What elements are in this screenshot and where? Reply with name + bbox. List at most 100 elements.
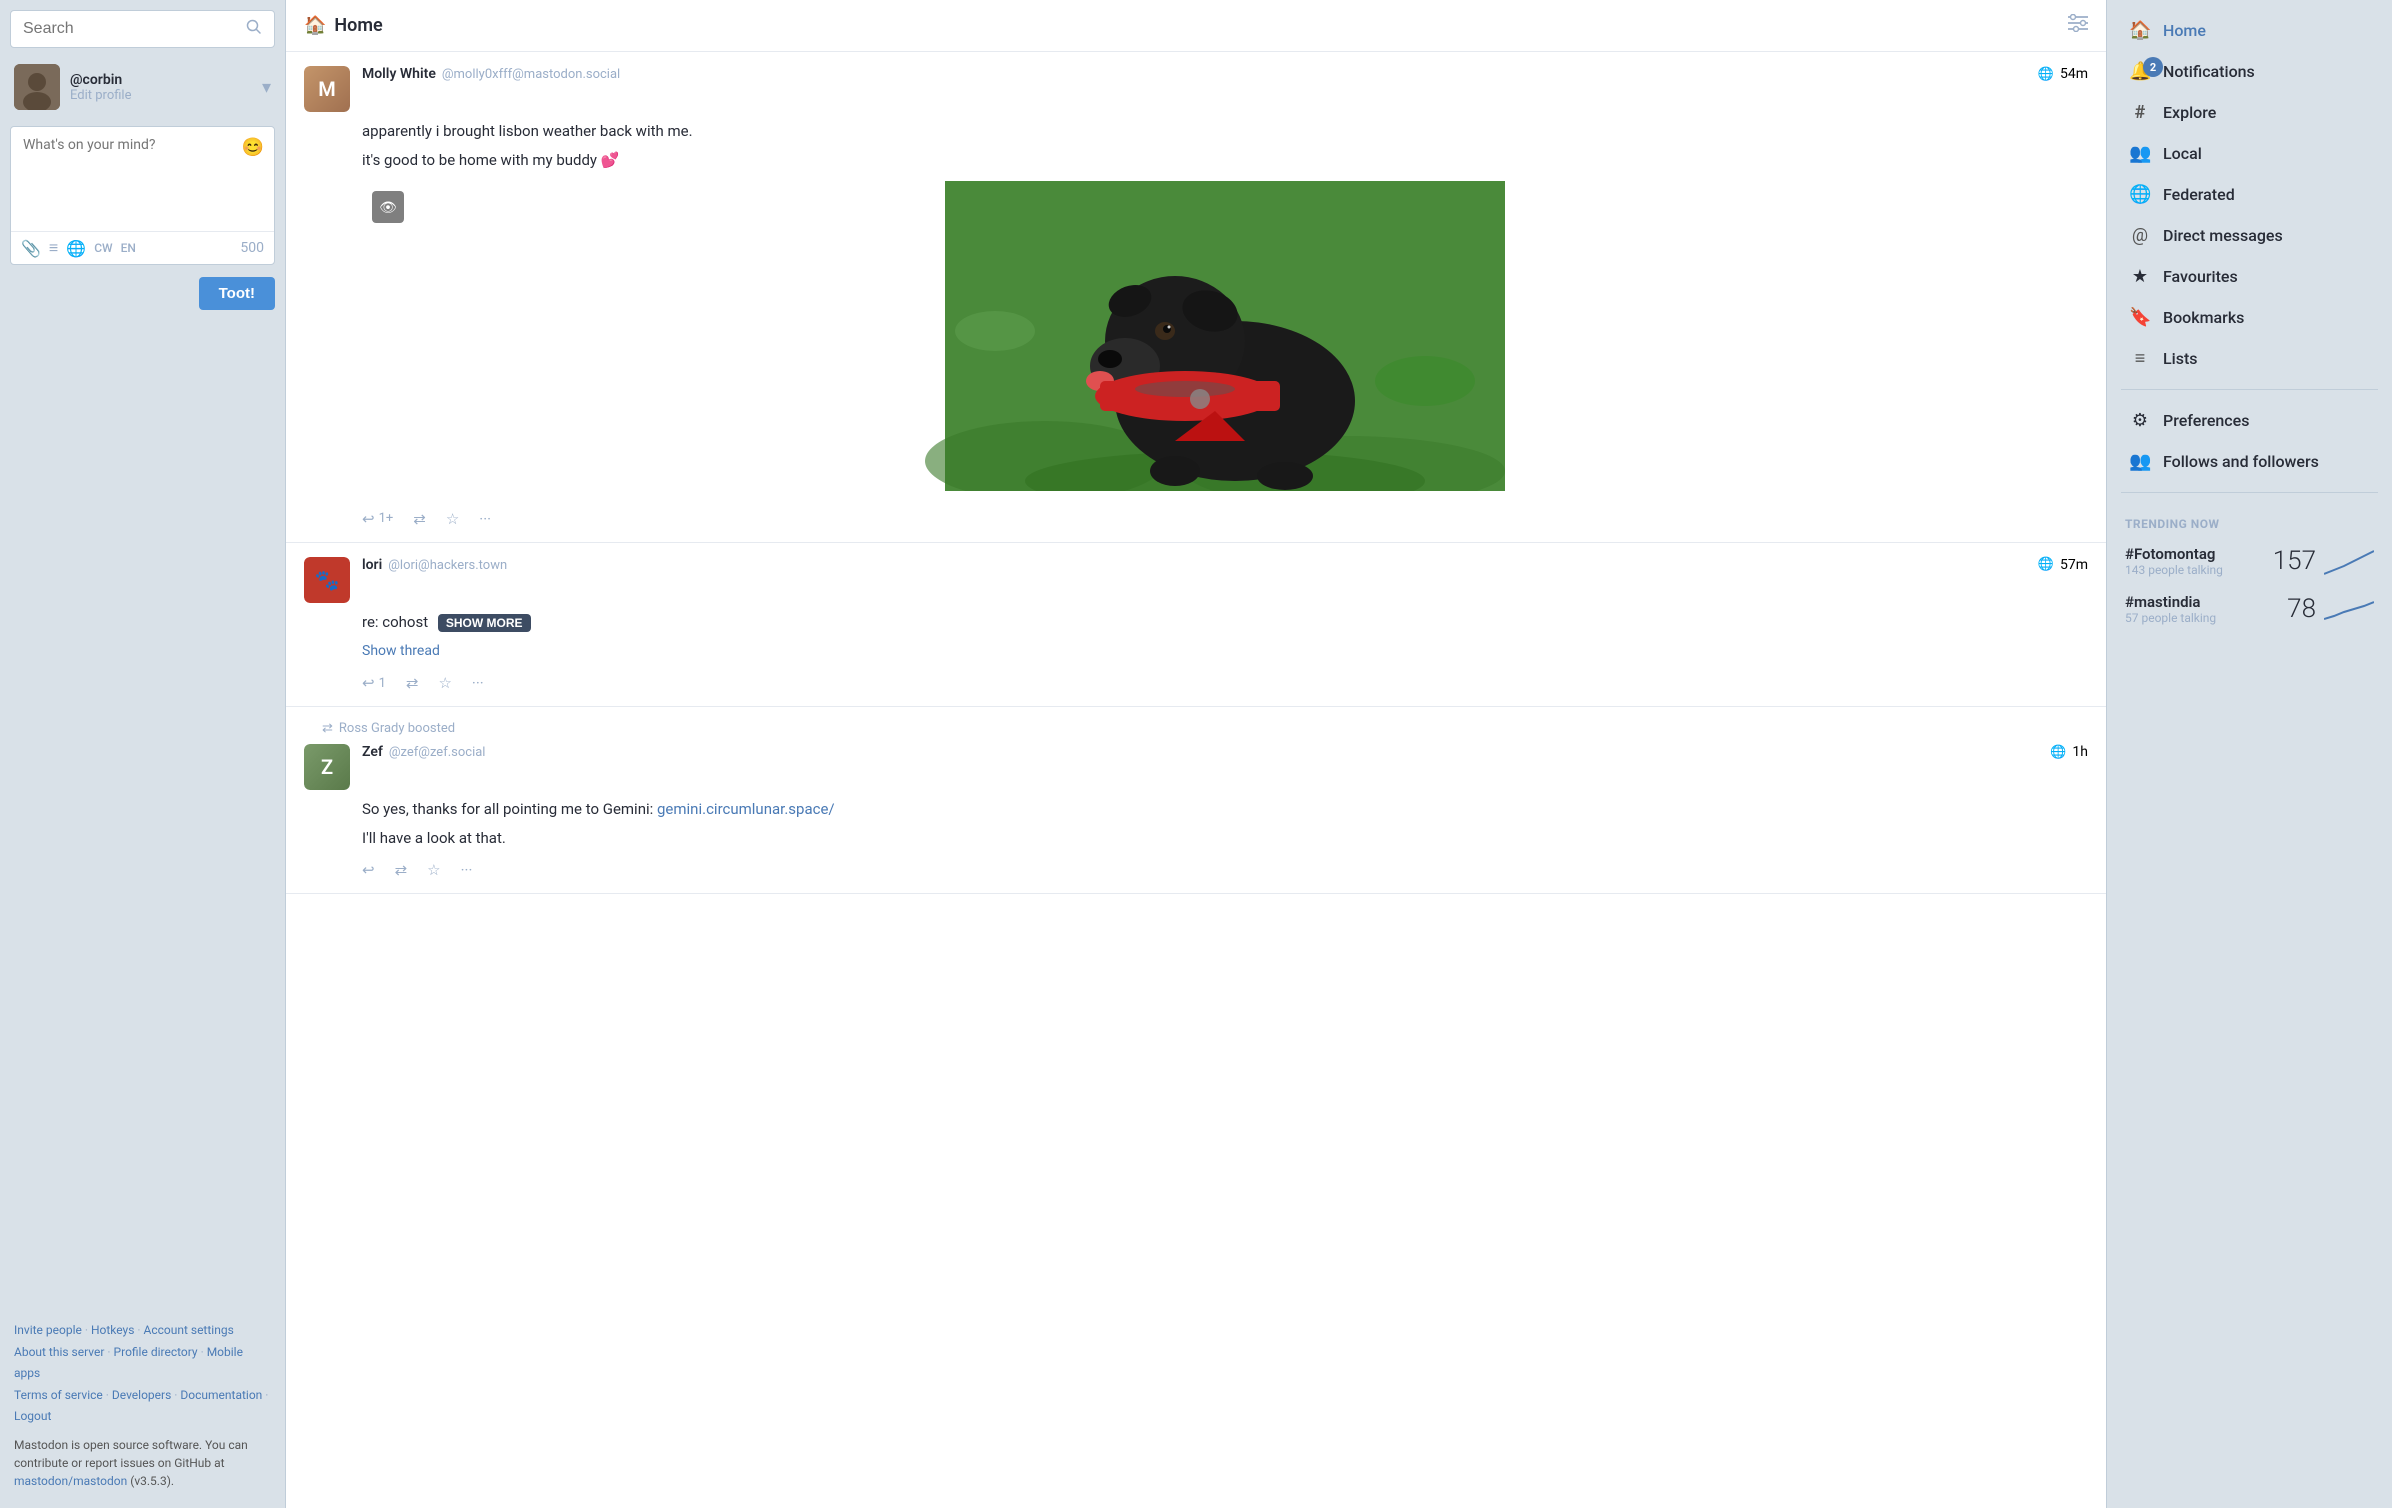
emoji-icon[interactable]: 😊 [242,137,264,158]
notification-badge: 2 [2143,57,2163,77]
feed-header: 🏠 Home [286,0,2106,52]
sidebar-item-follows-followers[interactable]: 👥 Follows and followers [2121,441,2378,482]
hotkeys-link[interactable]: Hotkeys [91,1323,134,1337]
developers-link[interactable]: Developers [112,1388,171,1402]
post-content: apparently i brought lisbon weather back… [362,120,2088,498]
show-thread-link[interactable]: Show thread [362,643,440,659]
toot-button[interactable]: Toot! [199,277,275,310]
sidebar-item-lists[interactable]: ≡ Lists [2121,338,2378,379]
cw-label[interactable]: CW [94,241,112,255]
trending-item-fotomontag[interactable]: #Fotomontag 143 people talking 157 [2125,545,2374,577]
globe-icon[interactable]: 🌐 [66,239,86,258]
account-settings-link[interactable]: Account settings [144,1323,234,1337]
more-action[interactable]: ··· [479,510,491,528]
profile-info: @corbin Edit profile [70,72,252,103]
profile-section: @corbin Edit profile ▾ [10,56,275,118]
nav-label: Bookmarks [2163,308,2370,327]
logout-link[interactable]: Logout [14,1409,51,1423]
footer-links: Invite people · Hotkeys · Account settin… [14,1320,271,1428]
sidebar-item-preferences[interactable]: ⚙ Preferences [2121,400,2378,441]
sidebar-item-federated[interactable]: 🌐 Federated [2121,174,2378,215]
nav-label: Direct messages [2163,226,2370,245]
trending-chart-fotomontag [2324,546,2374,576]
lang-label[interactable]: EN [121,241,136,255]
more-action[interactable]: ··· [472,674,484,692]
local-icon: 👥 [2129,143,2151,164]
sidebar-item-explore[interactable]: # Explore [2121,92,2378,133]
post-zef: ⇄ Ross Grady boosted Z Zef @zef@zef.soci… [286,707,2106,894]
nav-label: Local [2163,144,2370,163]
formatting-icon[interactable]: ≡ [49,238,58,258]
more-action[interactable]: ··· [461,861,473,879]
nav-label: Notifications [2163,62,2370,81]
feed-title: 🏠 Home [304,15,2058,36]
reply-icon: ↩ [362,510,375,528]
sidebar-item-home[interactable]: 🏠 Home [2121,10,2378,51]
post-content: re: cohost SHOW MORE Show thread [362,611,2088,663]
sidebar-item-bookmarks[interactable]: 🔖 Bookmarks [2121,297,2378,338]
boost-action[interactable]: ⇄ [395,861,408,879]
sidebar-item-notifications[interactable]: 🔔 2 Notifications [2121,51,2378,92]
sidebar-item-favourites[interactable]: ★ Favourites [2121,256,2378,297]
trending-info: #mastindia 57 people talking [2125,593,2258,625]
author-handle: @zef@zef.social [389,745,486,760]
trending-count: 157 [2266,546,2316,576]
dog-image-svg [362,181,2088,491]
compose-textarea[interactable] [11,127,274,227]
post-header: M Molly White @molly0xfff@mastodon.socia… [304,66,2088,112]
ellipsis-icon: ··· [472,674,484,692]
hashtag-icon: # [2129,102,2151,123]
boost-icon: ⇄ [395,861,408,879]
reply-count: 1 [379,676,386,691]
profile-edit-label[interactable]: Edit profile [70,88,252,103]
favourite-action[interactable]: ☆ [427,861,440,879]
globe-icon: 🌐 [2038,67,2054,82]
trending-title: TRENDING NOW [2125,517,2374,531]
sidebar-item-local[interactable]: 👥 Local [2121,133,2378,174]
char-count: 500 [240,240,264,256]
reply-action[interactable]: ↩ 1 [362,674,386,692]
search-input[interactable] [23,20,238,38]
boost-action[interactable]: ⇄ [413,510,426,528]
profile-directory-link[interactable]: Profile directory [114,1345,198,1359]
author-name: Molly White [362,66,436,82]
search-bar [10,10,275,48]
sidebar-item-direct-messages[interactable]: @ Direct messages [2121,215,2378,256]
gemini-link[interactable]: gemini.circumlunar.space/ [657,800,835,818]
attach-icon[interactable]: 📎 [21,239,41,258]
show-more-button[interactable]: SHOW MORE [438,614,531,632]
hide-image-button[interactable]: 👁 [372,191,404,223]
terms-of-service-link[interactable]: Terms of service [14,1388,103,1402]
invite-people-link[interactable]: Invite people [14,1323,82,1337]
about-server-link[interactable]: About this server [14,1345,104,1359]
left-sidebar: @corbin Edit profile ▾ 😊 📎 ≡ 🌐 CW EN 500… [0,0,285,1508]
boost-by-label: Ross Grady boosted [339,721,455,736]
post-actions: ↩ ⇄ ☆ ··· [362,861,2088,879]
reply-action[interactable]: ↩ 1+ [362,510,393,528]
center-feed: 🏠 Home M Molly White @molly0xfff@mast [285,0,2107,1508]
nav-label: Follows and followers [2163,452,2370,471]
post-meta: Zef @zef@zef.social [362,744,2038,760]
post-text-1: apparently i brought lisbon weather back… [362,120,2088,143]
github-link[interactable]: mastodon/mastodon [14,1474,127,1488]
star-icon: ★ [2129,266,2151,287]
trending-item-mastindia[interactable]: #mastindia 57 people talking 78 [2125,593,2374,625]
nav-label: Preferences [2163,411,2370,430]
footer-note: Mastodon is open source software. You ca… [14,1436,271,1490]
favourite-action[interactable]: ☆ [446,510,459,528]
trending-divider [2121,492,2378,493]
avatar: Z [304,744,350,790]
reply-action[interactable]: ↩ [362,861,375,879]
globe-icon: 🌐 [2038,557,2054,572]
trending-count: 78 [2266,594,2316,624]
boost-icon: ⇄ [322,721,333,736]
filter-icon[interactable] [2068,14,2088,37]
documentation-link[interactable]: Documentation [180,1388,262,1402]
post-time: 🌐 1h [2050,744,2088,760]
boost-action[interactable]: ⇄ [406,674,419,692]
chevron-down-icon[interactable]: ▾ [262,77,271,98]
favourite-action[interactable]: ☆ [438,674,451,692]
star-icon: ☆ [446,510,459,528]
post-time: 🌐 54m [2038,66,2088,82]
post-molly: M Molly White @molly0xfff@mastodon.socia… [286,52,2106,543]
